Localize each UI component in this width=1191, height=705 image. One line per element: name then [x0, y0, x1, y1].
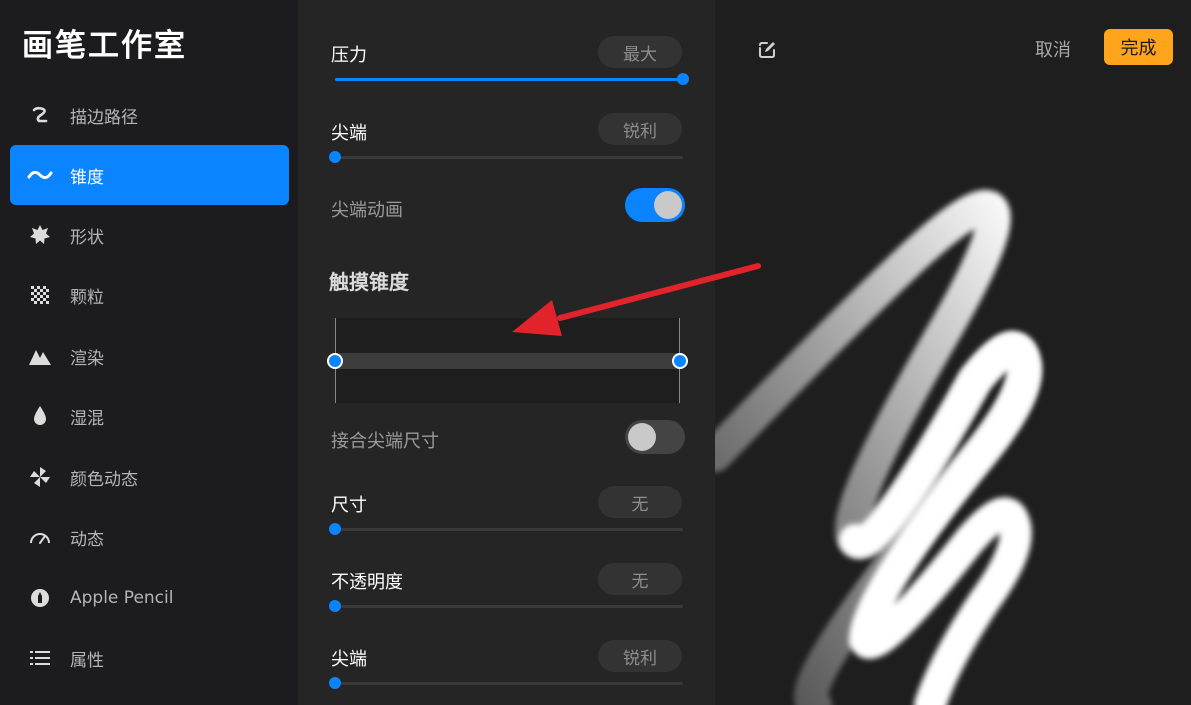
- sidebar: 画笔工作室 描边路径 锥度 形状 颗粒 渲染 湿混 颜色动态 动态 Apple …: [0, 0, 298, 705]
- settings-panel: 压力 最大 尖端 锐利 尖端动画 触摸锥度 接合尖端尺寸 尺寸 无 不透明度 无: [298, 0, 715, 705]
- tip-label: 尖端: [331, 123, 367, 144]
- touch-taper-editor[interactable]: [327, 318, 688, 403]
- opacity-slider[interactable]: [329, 600, 683, 612]
- taper-wave-icon: [10, 145, 70, 205]
- sidebar-item-color-dynamics[interactable]: 颜色动态: [10, 447, 289, 507]
- sidebar-item-taper[interactable]: 锥度: [10, 145, 289, 205]
- tip2-slider-knob[interactable]: [329, 677, 341, 689]
- sidebar-item-grain[interactable]: 颗粒: [10, 265, 289, 325]
- pressure-slider[interactable]: [335, 73, 689, 85]
- sidebar-item-shape[interactable]: 形状: [10, 205, 289, 265]
- sidebar-item-label: 锥度: [70, 167, 104, 188]
- sidebar-item-label: 属性: [70, 650, 104, 671]
- taper-end-handle[interactable]: [672, 353, 688, 369]
- taper-bar: [335, 353, 680, 369]
- tip-animation-toggle[interactable]: [625, 188, 685, 222]
- sidebar-item-label: 颗粒: [70, 287, 104, 308]
- pressure-slider-fill: [335, 78, 683, 81]
- taper-start-handle[interactable]: [327, 353, 343, 369]
- tip2-slider[interactable]: [329, 677, 683, 689]
- size-slider-knob[interactable]: [329, 523, 341, 535]
- properties-list-icon: [10, 628, 70, 688]
- pressure-value-pill[interactable]: 最大: [598, 36, 682, 68]
- sidebar-item-rendering[interactable]: 渲染: [10, 326, 289, 386]
- tip-slider-knob[interactable]: [329, 151, 341, 163]
- opacity-label: 不透明度: [331, 572, 403, 593]
- grain-checker-icon: [10, 265, 70, 325]
- sidebar-item-dynamics[interactable]: 动态: [10, 507, 289, 567]
- opacity-value-pill[interactable]: 无: [598, 563, 682, 595]
- drawing-pad-preview[interactable]: 取消 完成: [715, 0, 1191, 705]
- opacity-slider-knob[interactable]: [329, 600, 341, 612]
- size-slider[interactable]: [329, 523, 683, 535]
- brush-stroke-preview: [715, 190, 1042, 705]
- sidebar-item-label: 渲染: [70, 348, 104, 369]
- sidebar-item-wet-mix[interactable]: 湿混: [10, 386, 289, 446]
- wet-mix-drop-icon: [10, 386, 70, 446]
- sidebar-item-label: 动态: [70, 529, 104, 550]
- pressure-label: 压力: [331, 45, 367, 66]
- tip-animation-label: 尖端动画: [331, 200, 403, 221]
- match-tip-size-label: 接合尖端尺寸: [331, 431, 439, 452]
- touch-taper-title: 触摸锥度: [329, 270, 409, 294]
- tip2-value-pill[interactable]: 锐利: [598, 640, 682, 672]
- sidebar-item-properties[interactable]: 属性: [10, 628, 289, 688]
- sidebar-item-label: 颜色动态: [70, 469, 138, 490]
- sidebar-item-label: 描边路径: [70, 107, 138, 128]
- size-value-pill[interactable]: 无: [598, 486, 682, 518]
- tip2-label: 尖端: [331, 649, 367, 670]
- tip-value-pill[interactable]: 锐利: [598, 113, 682, 145]
- tip-slider[interactable]: [329, 151, 683, 163]
- stroke-path-icon: [10, 85, 70, 145]
- pressure-slider-knob[interactable]: [677, 73, 689, 85]
- sidebar-item-label: Apple Pencil: [70, 588, 174, 608]
- rendering-icon: [10, 326, 70, 386]
- apple-pencil-icon: [10, 568, 70, 628]
- sidebar-item-apple-pencil[interactable]: Apple Pencil: [10, 568, 289, 628]
- sidebar-item-label: 形状: [70, 227, 104, 248]
- size-label: 尺寸: [331, 495, 367, 516]
- sidebar-item-label: 湿混: [70, 408, 104, 429]
- toggle-knob: [628, 423, 656, 451]
- match-tip-size-toggle[interactable]: [625, 420, 685, 454]
- dynamics-gauge-icon: [10, 507, 70, 567]
- sidebar-item-stroke-path[interactable]: 描边路径: [10, 85, 289, 145]
- app-title: 画笔工作室: [22, 28, 187, 64]
- color-dynamics-pinwheel-icon: [10, 447, 70, 507]
- toggle-knob: [654, 191, 682, 219]
- shape-starburst-icon: [10, 205, 70, 265]
